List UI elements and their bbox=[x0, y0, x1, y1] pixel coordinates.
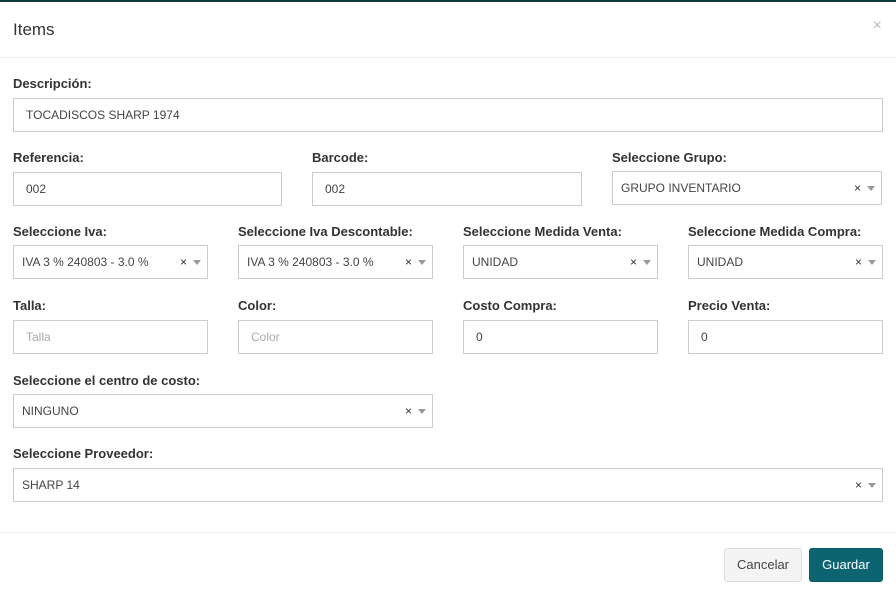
clear-icon[interactable]: × bbox=[854, 172, 861, 204]
costo-compra-input[interactable]: 0 bbox=[463, 320, 658, 354]
referencia-label: Referencia: bbox=[13, 150, 84, 165]
proveedor-value: SHARP 14 bbox=[22, 478, 80, 492]
save-button[interactable]: Guardar bbox=[809, 548, 883, 582]
proveedor-select[interactable]: SHARP 14 × bbox=[13, 468, 883, 502]
centro-costo-select[interactable]: NINGUNO × bbox=[13, 394, 433, 428]
close-icon[interactable]: × bbox=[873, 17, 882, 35]
medida-compra-label: Seleccione Medida Compra: bbox=[688, 224, 862, 239]
medida-venta-value: UNIDAD bbox=[472, 255, 519, 269]
barcode-input[interactable]: 002 bbox=[312, 172, 582, 206]
cancel-button[interactable]: Cancelar bbox=[724, 548, 802, 582]
chevron-down-icon bbox=[868, 483, 876, 488]
medida-compra-value: UNIDAD bbox=[697, 255, 744, 269]
clear-icon[interactable]: × bbox=[855, 246, 862, 278]
chevron-down-icon bbox=[418, 409, 426, 414]
iva-value: IVA 3 % 240803 - 3.0 % bbox=[22, 255, 149, 269]
chevron-down-icon bbox=[643, 260, 651, 265]
iva-descontable-select[interactable]: IVA 3 % 240803 - 3.0 % × bbox=[238, 245, 433, 279]
iva-select[interactable]: IVA 3 % 240803 - 3.0 % × bbox=[13, 245, 208, 279]
barcode-label: Barcode: bbox=[312, 150, 369, 165]
footer-divider bbox=[0, 532, 896, 533]
descripcion-label: Descripción: bbox=[13, 76, 92, 91]
clear-icon[interactable]: × bbox=[630, 246, 637, 278]
clear-icon[interactable]: × bbox=[180, 246, 187, 278]
precio-venta-input[interactable]: 0 bbox=[688, 320, 883, 354]
iva-descontable-value: IVA 3 % 240803 - 3.0 % bbox=[247, 255, 374, 269]
header-divider bbox=[0, 57, 896, 58]
clear-icon[interactable]: × bbox=[405, 246, 412, 278]
proveedor-label: Seleccione Proveedor: bbox=[13, 446, 154, 461]
costo-compra-label: Costo Compra: bbox=[463, 298, 557, 313]
talla-input[interactable]: Talla bbox=[13, 320, 208, 354]
medida-compra-select[interactable]: UNIDAD × bbox=[688, 245, 883, 279]
chevron-down-icon bbox=[868, 260, 876, 265]
color-input[interactable]: Color bbox=[238, 320, 433, 354]
centro-costo-label: Seleccione el centro de costo: bbox=[13, 373, 201, 388]
iva-label: Seleccione Iva: bbox=[13, 224, 107, 239]
grupo-label: Seleccione Grupo: bbox=[612, 150, 727, 165]
modal-title: Items bbox=[13, 20, 55, 39]
iva-descontable-label: Seleccione Iva Descontable: bbox=[238, 224, 413, 239]
medida-venta-label: Seleccione Medida Venta: bbox=[463, 224, 622, 239]
chevron-down-icon bbox=[193, 260, 201, 265]
color-label: Color: bbox=[238, 298, 277, 313]
descripcion-input[interactable]: TOCADISCOS SHARP 1974 bbox=[13, 98, 883, 132]
chevron-down-icon bbox=[418, 260, 426, 265]
clear-icon[interactable]: × bbox=[855, 469, 862, 501]
chevron-down-icon bbox=[867, 186, 875, 191]
centro-costo-value: NINGUNO bbox=[22, 404, 79, 418]
referencia-input[interactable]: 002 bbox=[13, 172, 282, 206]
precio-venta-label: Precio Venta: bbox=[688, 298, 771, 313]
grupo-value: GRUPO INVENTARIO bbox=[621, 181, 741, 195]
clear-icon[interactable]: × bbox=[405, 395, 412, 427]
medida-venta-select[interactable]: UNIDAD × bbox=[463, 245, 658, 279]
talla-label: Talla: bbox=[13, 298, 46, 313]
grupo-select[interactable]: GRUPO INVENTARIO × bbox=[612, 171, 882, 205]
top-border bbox=[0, 0, 896, 2]
